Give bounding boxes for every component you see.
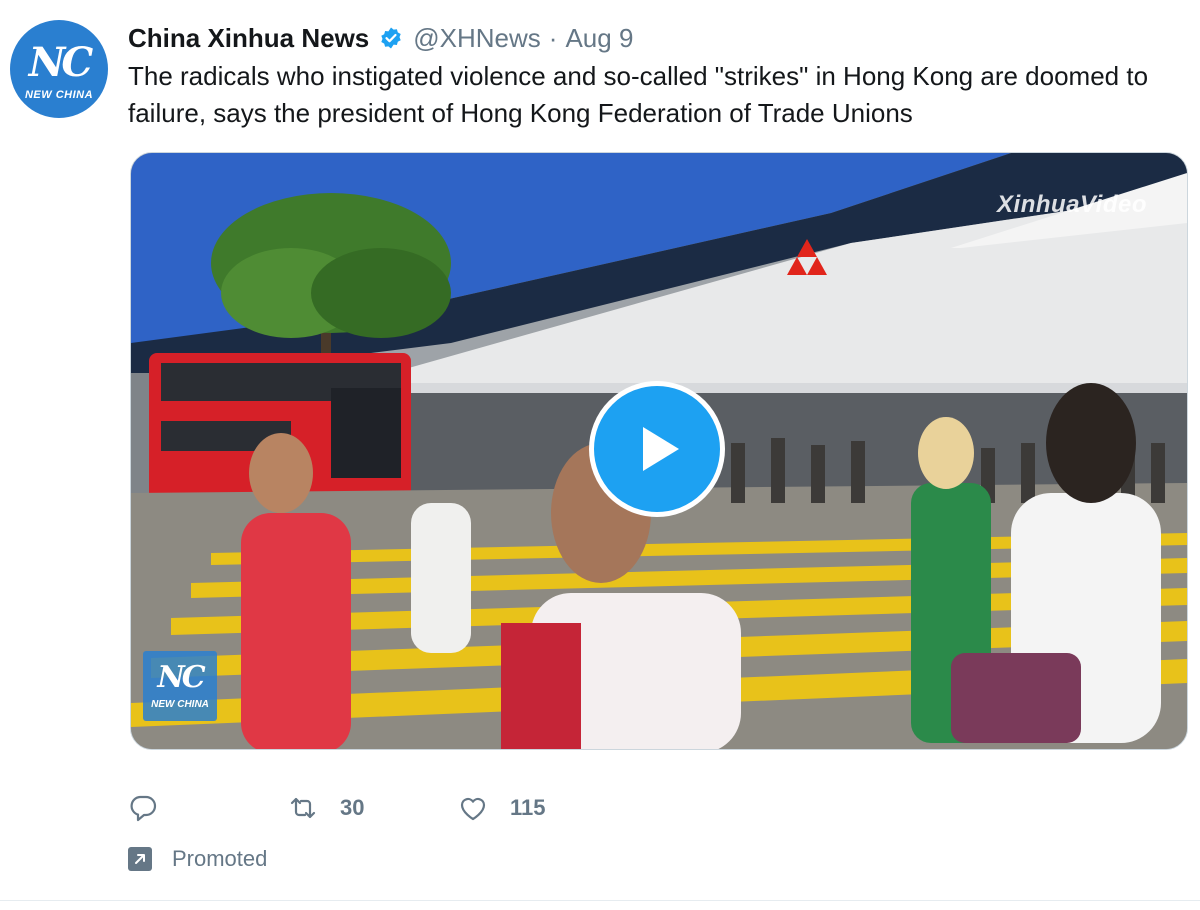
- retweet-button[interactable]: 30: [288, 793, 458, 823]
- tweet-header: China Xinhua News @XHNews · Aug 9: [128, 22, 633, 54]
- avatar-logo-text: NEW CHINA: [24, 89, 94, 101]
- video-watermark-text: XinhuaVideo: [997, 191, 1147, 218]
- avatar-logo-mark: NC: [28, 39, 93, 86]
- like-count: 115: [510, 795, 546, 820]
- verified-badge-icon: [379, 26, 403, 50]
- reply-icon: [130, 795, 157, 822]
- tweet-date[interactable]: Aug 9: [565, 23, 633, 54]
- video-logo-mark: NC: [157, 659, 205, 695]
- promoted-label: Promoted: [172, 846, 268, 871]
- retweet-icon: [290, 797, 316, 819]
- tweet[interactable]: NC NEW CHINA China Xinhua News @XHNews ·…: [0, 0, 1200, 910]
- promoted-label-row: Promoted: [128, 844, 267, 874]
- play-button[interactable]: [589, 381, 725, 517]
- like-button[interactable]: 115: [458, 793, 618, 823]
- video-logo: NC NEW CHINA: [143, 651, 217, 721]
- reply-button[interactable]: [128, 793, 288, 823]
- avatar[interactable]: NC NEW CHINA: [10, 20, 108, 118]
- author-display-name[interactable]: China Xinhua News: [128, 23, 369, 54]
- retweet-count: 30: [340, 795, 365, 820]
- header-separator: ·: [548, 22, 558, 53]
- tweet-divider: [0, 900, 1200, 901]
- heart-icon: [460, 797, 486, 821]
- tweet-text: The radicals who instigated violence and…: [128, 61, 1149, 128]
- video-player[interactable]: XinhuaVideo NC NEW CHINA: [130, 152, 1188, 750]
- tweet-actions: 30 115: [128, 788, 618, 828]
- play-icon: [643, 427, 679, 471]
- promoted-arrow-icon: [128, 847, 152, 871]
- author-handle[interactable]: @XHNews: [413, 23, 541, 54]
- video-logo-text: NEW CHINA: [151, 698, 209, 710]
